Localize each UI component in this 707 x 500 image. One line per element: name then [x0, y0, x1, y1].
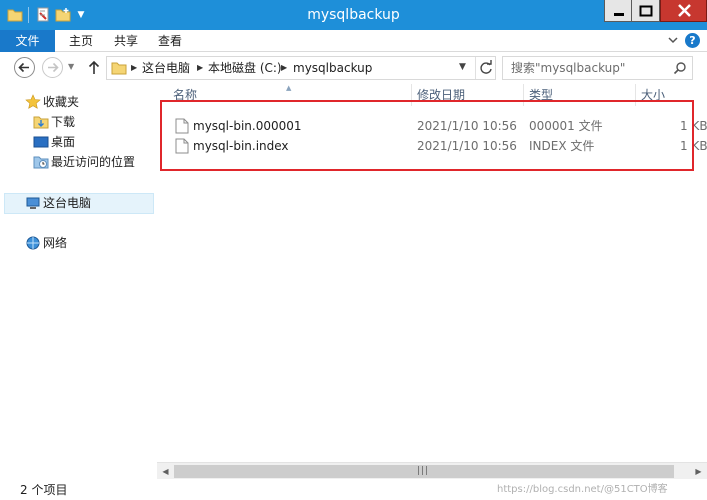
scroll-left-icon[interactable]: ◀ [157, 463, 174, 480]
close-icon [678, 4, 691, 17]
item-count: 2 个项目 [20, 483, 68, 497]
tab-home[interactable]: 主页 [69, 30, 93, 52]
expand-ribbon-chevron-icon[interactable] [666, 33, 680, 47]
breadcrumb-mysqlbackup[interactable]: mysqlbackup [293, 61, 372, 75]
title-bar: ▼ mysqlbackup [0, 0, 707, 30]
status-bar: 2 个项目 https://blog.csdn.net/@51CTO博客 [0, 480, 707, 500]
help-icon[interactable]: ? [685, 33, 700, 48]
folder-icon [111, 62, 127, 75]
breadcrumb-this-pc[interactable]: 这台电脑 [142, 61, 190, 75]
breadcrumb-separator-icon[interactable]: ▶ [197, 61, 203, 75]
up-arrow-icon[interactable] [87, 59, 101, 76]
network-icon [26, 236, 40, 250]
address-history-chevron-icon[interactable]: ▼ [459, 62, 466, 72]
nav-label: 最近访问的位置 [51, 155, 136, 169]
nav-label: 桌面 [51, 135, 76, 149]
search-placeholder: 搜索"mysqlbackup" [511, 61, 626, 75]
nav-label: 网络 [43, 236, 68, 250]
desktop-icon [33, 136, 49, 148]
search-icon[interactable] [673, 61, 687, 75]
maximize-button[interactable] [632, 0, 660, 22]
tab-view[interactable]: 查看 [158, 30, 182, 52]
address-bar[interactable]: ▶ 这台电脑 ▶ 本地磁盘 (C:) ▶ mysqlbackup ▼ [106, 56, 496, 80]
nav-label: 收藏夹 [43, 95, 80, 109]
navigation-pane: 收藏夹 下载 桌面 最近访问的位置 这台电脑 网络 [0, 84, 155, 480]
refresh-button[interactable] [475, 57, 495, 79]
sort-ascending-icon: ▲ [286, 84, 292, 92]
arrow-left-icon [18, 62, 29, 73]
back-button[interactable] [14, 57, 35, 78]
scrollbar-thumb[interactable]: ||| [174, 465, 674, 478]
downloads-folder-icon [33, 116, 49, 129]
window-title: mysqlbackup [307, 7, 400, 23]
minimize-icon [614, 13, 624, 16]
computer-icon [26, 197, 40, 209]
watermark: https://blog.csdn.net/@51CTO博客 [497, 484, 668, 495]
maximize-icon [639, 5, 653, 17]
grip-icon: ||| [417, 466, 430, 476]
ribbon-tabs: 文件 主页 共享 查看 ? [0, 30, 707, 52]
breadcrumb-separator-icon[interactable]: ▶ [281, 61, 287, 75]
refresh-icon [480, 60, 492, 74]
forward-button[interactable] [42, 57, 63, 78]
close-button[interactable] [660, 0, 707, 22]
search-input[interactable]: 搜索"mysqlbackup" [502, 56, 693, 80]
red-highlight-box [160, 100, 694, 171]
tab-share[interactable]: 共享 [114, 30, 138, 52]
address-row: ▼ ▶ 这台电脑 ▶ 本地磁盘 (C:) ▶ mysqlbackup ▼ 搜索"… [0, 52, 707, 84]
breadcrumb-local-disk[interactable]: 本地磁盘 (C:) [208, 61, 282, 75]
breadcrumb-separator-icon[interactable]: ▶ [131, 61, 137, 75]
minimize-button[interactable] [604, 0, 632, 22]
horizontal-scrollbar[interactable]: ◀ ||| ▶ [157, 462, 707, 479]
recent-places-icon [33, 156, 49, 169]
nav-label: 这台电脑 [43, 196, 92, 210]
scroll-right-icon[interactable]: ▶ [690, 463, 707, 480]
recent-locations-chevron-icon[interactable]: ▼ [68, 62, 78, 72]
tab-file[interactable]: 文件 [0, 30, 55, 52]
nav-label: 下载 [51, 115, 76, 129]
star-icon [25, 94, 41, 109]
arrow-right-icon [48, 62, 59, 73]
